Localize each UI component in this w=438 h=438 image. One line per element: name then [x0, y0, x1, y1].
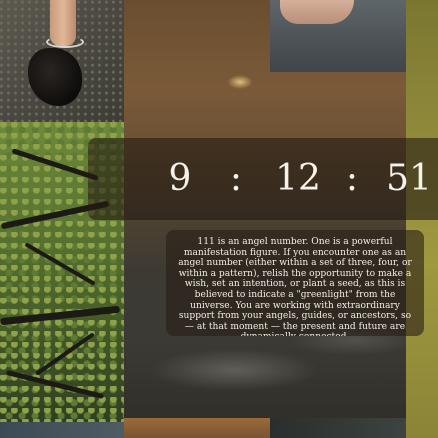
grey-shirt-photo — [270, 0, 406, 72]
clock-panel: 9 : 12 : 51 — [88, 138, 438, 220]
shoe-photo — [0, 0, 124, 122]
branch-shape — [24, 242, 96, 286]
clock-separator: : — [229, 158, 243, 199]
bottom-right-photo — [270, 418, 406, 438]
collage-background: 9 : 12 : 51 111 is an angel number. One … — [0, 0, 438, 438]
bottom-center-photo — [124, 418, 270, 438]
bottom-left-photo — [0, 422, 124, 438]
clock-minutes: 12 — [275, 158, 321, 199]
angel-number-message: 111 is an angel number. One is a powerfu… — [166, 230, 424, 336]
branch-shape — [5, 369, 105, 400]
clock-seconds: 51 — [386, 158, 432, 199]
clock-separator: : — [345, 158, 359, 199]
branch-shape — [35, 332, 95, 376]
branch-shape — [0, 305, 121, 326]
hand-shape — [280, 0, 354, 24]
clock-hours: 9 — [168, 158, 192, 199]
anklet-shape — [46, 36, 84, 48]
branch-shape — [11, 148, 99, 181]
shoe-shape — [28, 48, 82, 106]
